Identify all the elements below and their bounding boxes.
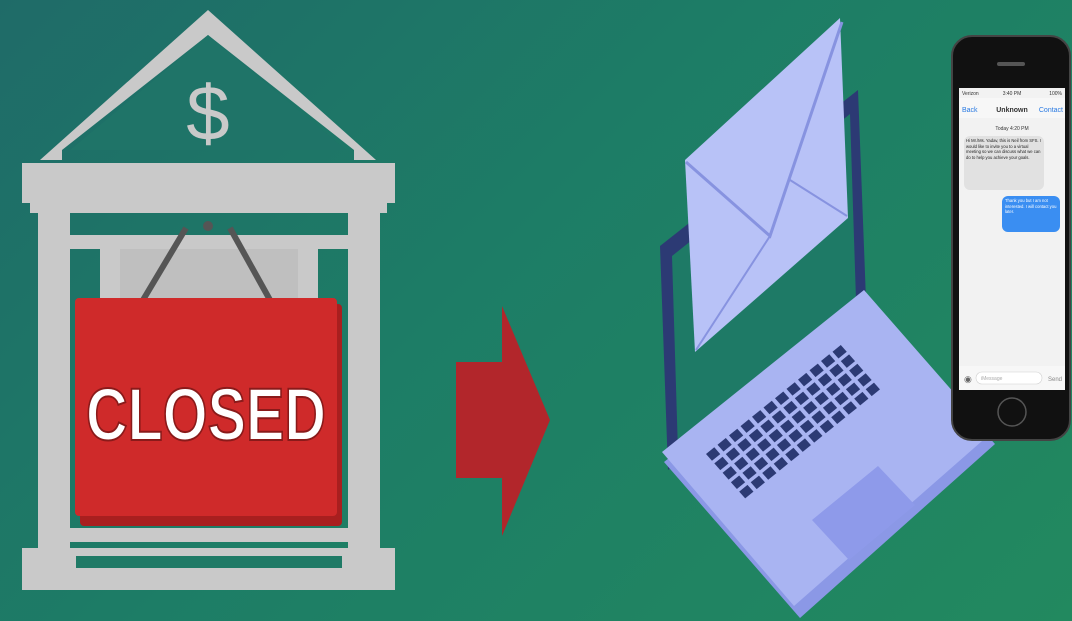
outgoing-message-text: Thank you but I am not interested. I wil… xyxy=(1005,198,1057,215)
dollar-sign-icon: $ xyxy=(186,69,229,157)
bank-column-left xyxy=(38,213,70,553)
phone-back-button[interactable]: Back xyxy=(962,107,978,114)
bank-cornice-ledge xyxy=(30,203,387,213)
laptop-email-illustration xyxy=(660,18,995,618)
phone-contact-link[interactable]: Contact xyxy=(1039,107,1063,114)
sign-hook xyxy=(203,221,213,231)
closed-bank-illustration: $ CLOSED xyxy=(22,10,395,590)
bank-cornice xyxy=(22,163,395,203)
phone-home-button[interactable] xyxy=(997,397,1027,427)
phone-screen xyxy=(959,88,1065,390)
phone-time: 3:40 PM xyxy=(1003,91,1022,97)
phone-contact-title: Unknown xyxy=(996,107,1028,114)
scene: $ CLOSED Verizon 3:40 PM 100% Back Unkno… xyxy=(22,10,1071,618)
send-button[interactable]: Send xyxy=(1048,377,1062,383)
closed-sign-text: CLOSED xyxy=(86,373,326,456)
camera-icon[interactable]: ◉ xyxy=(964,374,972,384)
phone-carrier: Verizon xyxy=(962,91,979,97)
right-arrow-icon xyxy=(456,306,550,536)
phone-battery: 100% xyxy=(1049,91,1062,97)
message-input-placeholder: iMessage xyxy=(981,376,1003,382)
bank-base-slot xyxy=(76,556,342,568)
bank-inner-frame-top xyxy=(57,235,361,249)
phone-date-label: Today 4:20 PM xyxy=(995,126,1028,132)
incoming-message-text: Hi Mr./Ms. Yadav, this is Neil from SFS.… xyxy=(966,138,1041,160)
bank-base xyxy=(22,548,395,590)
bank-column-right xyxy=(348,213,380,553)
bank-base-upper xyxy=(40,528,380,542)
smartphone: Verizon 3:40 PM 100% Back Unknown Contac… xyxy=(951,35,1071,441)
phone-speaker xyxy=(997,62,1025,66)
